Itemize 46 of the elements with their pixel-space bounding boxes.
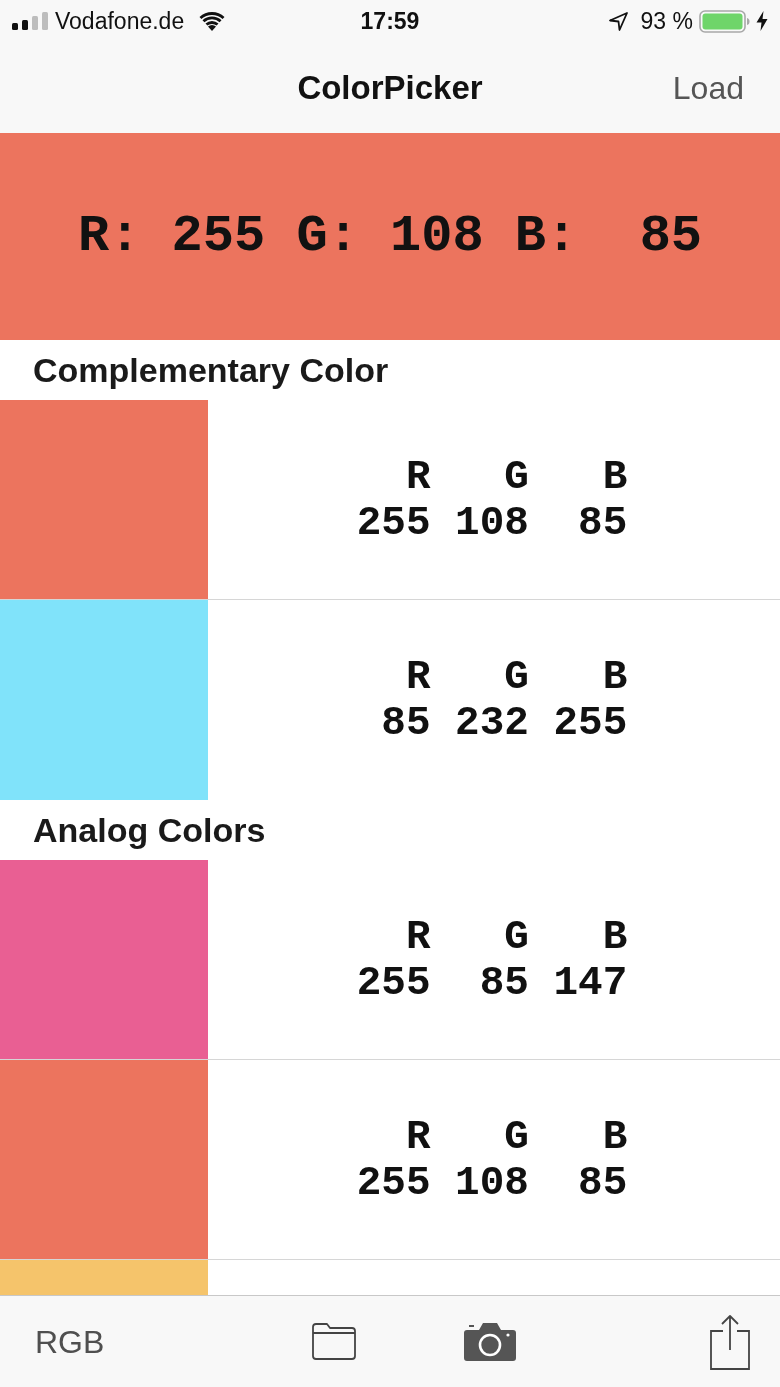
channel-value: 147: [553, 959, 628, 1006]
channel-label: R: [404, 453, 431, 500]
channel-label: R:: [77, 206, 141, 267]
channel-value: 85: [638, 206, 703, 267]
clock-time: 17:59: [360, 6, 420, 36]
camera-icon[interactable]: [463, 1321, 518, 1362]
channel-value: 108: [455, 1159, 529, 1206]
channel-label: G: [503, 453, 529, 500]
battery-percentage: 93 %: [640, 6, 693, 36]
wifi-icon: [199, 11, 226, 31]
channel-value: 255: [171, 206, 266, 267]
battery-icon: [699, 9, 750, 33]
channel-label: R: [404, 654, 431, 700]
folder-icon[interactable]: [312, 1323, 357, 1360]
channel-label: B:: [514, 206, 578, 267]
channel-label: B: [601, 1113, 628, 1160]
channel-value: 85: [577, 499, 628, 546]
channel-label: R: [404, 913, 431, 960]
share-icon[interactable]: [710, 1313, 750, 1370]
channel-value: 85: [478, 959, 529, 1006]
load-button[interactable]: Load: [672, 63, 744, 112]
signal-bars-icon: [12, 12, 48, 30]
channel-label: G: [503, 654, 529, 700]
channel-label: G: [503, 1113, 529, 1160]
section-title: Complementary Color: [33, 349, 389, 391]
channel-label: R: [404, 1113, 431, 1160]
app-title: ColorPicker: [297, 67, 483, 108]
channel-label: B: [601, 913, 628, 960]
channel-value: 255: [356, 1159, 431, 1206]
carrier-name: Vodafone.de: [55, 6, 185, 36]
channel-value: 255: [356, 499, 431, 546]
rgb-button[interactable]: RGB: [35, 1317, 105, 1366]
channel-value: 108: [390, 206, 484, 267]
channel-value: 255: [553, 700, 628, 746]
location-arrow-icon: [608, 11, 628, 31]
channel-label: G:: [296, 206, 359, 267]
channel-label: G: [503, 913, 529, 960]
channel-value: 85: [380, 700, 431, 746]
channel-label: B: [601, 654, 628, 700]
channel-value: 232: [455, 700, 529, 746]
section-title: Analog Colors: [33, 809, 266, 851]
channel-value: 108: [455, 499, 529, 546]
channel-value: 85: [577, 1159, 628, 1206]
channel-value: 255: [356, 959, 431, 1006]
channel-label: B: [601, 453, 628, 500]
charging-bolt-icon: [756, 11, 768, 31]
